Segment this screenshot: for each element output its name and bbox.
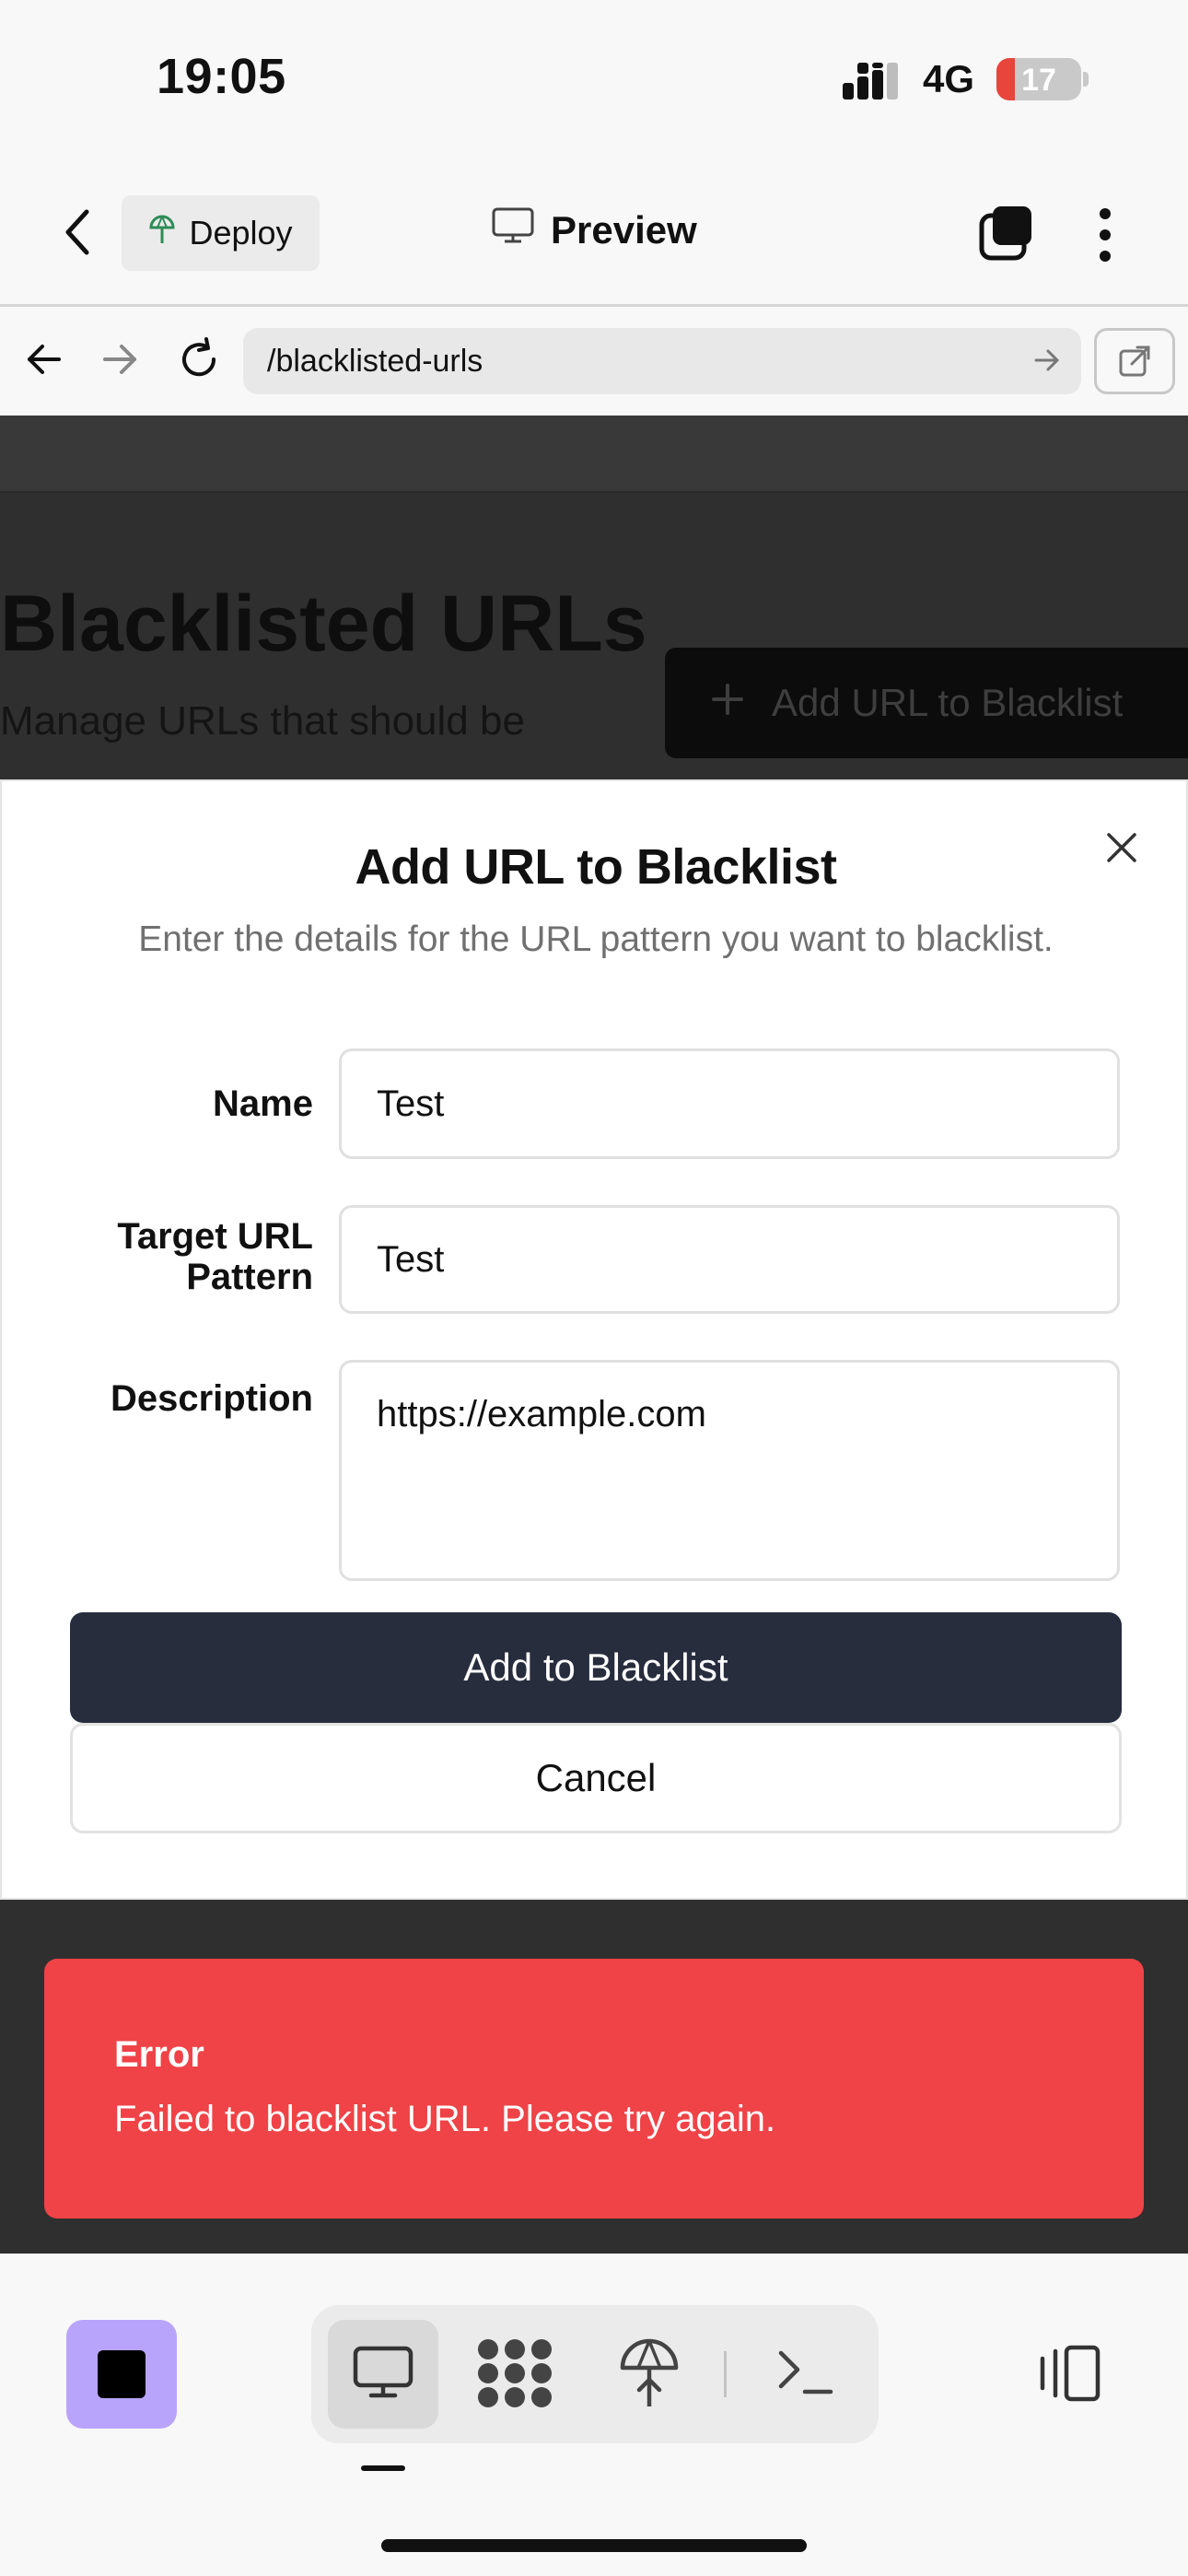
preview-label: Preview [551,208,697,252]
back-button[interactable] [55,205,101,260]
deploy-button[interactable]: Deploy [122,195,320,271]
page-topbar [0,416,1188,493]
url-pattern-label: Target URL Pattern [117,1216,313,1297]
workflows-icon[interactable] [475,2336,554,2415]
url-text: /blacklisted-urls [267,343,483,379]
name-input[interactable]: Test [339,1048,1120,1159]
url-go-icon[interactable] [1033,346,1061,382]
network-type: 4G [923,57,975,100]
add-url-button-label: Add URL to Blacklist [772,681,1124,724]
tab-preview[interactable] [328,2320,438,2429]
description-label: Description [110,1378,313,1419]
monitor-icon [353,2346,413,2404]
nav-forward-icon[interactable] [101,343,138,381]
battery-tip [1083,72,1089,87]
url-pattern-label-line2: Pattern [186,1257,313,1297]
open-external-icon[interactable] [1094,328,1175,394]
home-indicator [381,2539,807,2552]
battery-level: 17 [1021,63,1056,98]
monitor-icon [492,207,534,253]
toast-message: Failed to blacklist URL. Please try agai… [114,2099,776,2139]
dialog-description: Enter the details for the URL pattern yo… [138,919,1054,959]
page-subtitle: Manage URLs that should be [0,698,525,744]
tabs-icon[interactable] [978,205,1035,262]
add-to-blacklist-button[interactable]: Add to Blacklist [70,1612,1122,1723]
deploy-tab-icon[interactable] [617,2336,681,2415]
cancel-button[interactable]: Cancel [70,1723,1122,1833]
toast-title: Error [114,2034,204,2075]
stop-icon [98,2350,146,2398]
tab-separator [724,2351,727,2397]
page-title: Blacklisted URLs [0,580,647,668]
stop-button[interactable] [66,2320,177,2429]
reload-icon[interactable] [177,337,221,386]
add-url-button[interactable]: Add URL to Blacklist [665,648,1188,758]
more-menu-icon[interactable] [1085,205,1125,265]
description-textarea[interactable]: https://example.com [339,1360,1120,1581]
url-pattern-input[interactable]: Test [339,1205,1120,1314]
battery-icon: 17 [996,58,1081,100]
name-label: Name [213,1083,313,1124]
deploy-icon [148,214,176,253]
shell-icon[interactable] [775,2346,836,2406]
url-field[interactable]: /blacklisted-urls [243,328,1081,394]
status-time: 19:05 [157,49,286,104]
active-tab-indicator [361,2465,405,2471]
error-toast: Error Failed to blacklist URL. Please tr… [44,1959,1144,2219]
nav-back-icon[interactable] [26,343,63,381]
split-view-icon[interactable] [1031,2344,1101,2407]
dialog-title: Add URL to Blacklist [355,839,837,895]
plus-icon [711,681,744,725]
signal-icon [843,63,909,104]
deploy-label: Deploy [189,214,293,252]
preview-title: Preview [492,207,697,253]
add-url-dialog: Add URL to Blacklist Enter the details f… [0,779,1188,1900]
url-pattern-label-line1: Target URL [117,1216,313,1257]
